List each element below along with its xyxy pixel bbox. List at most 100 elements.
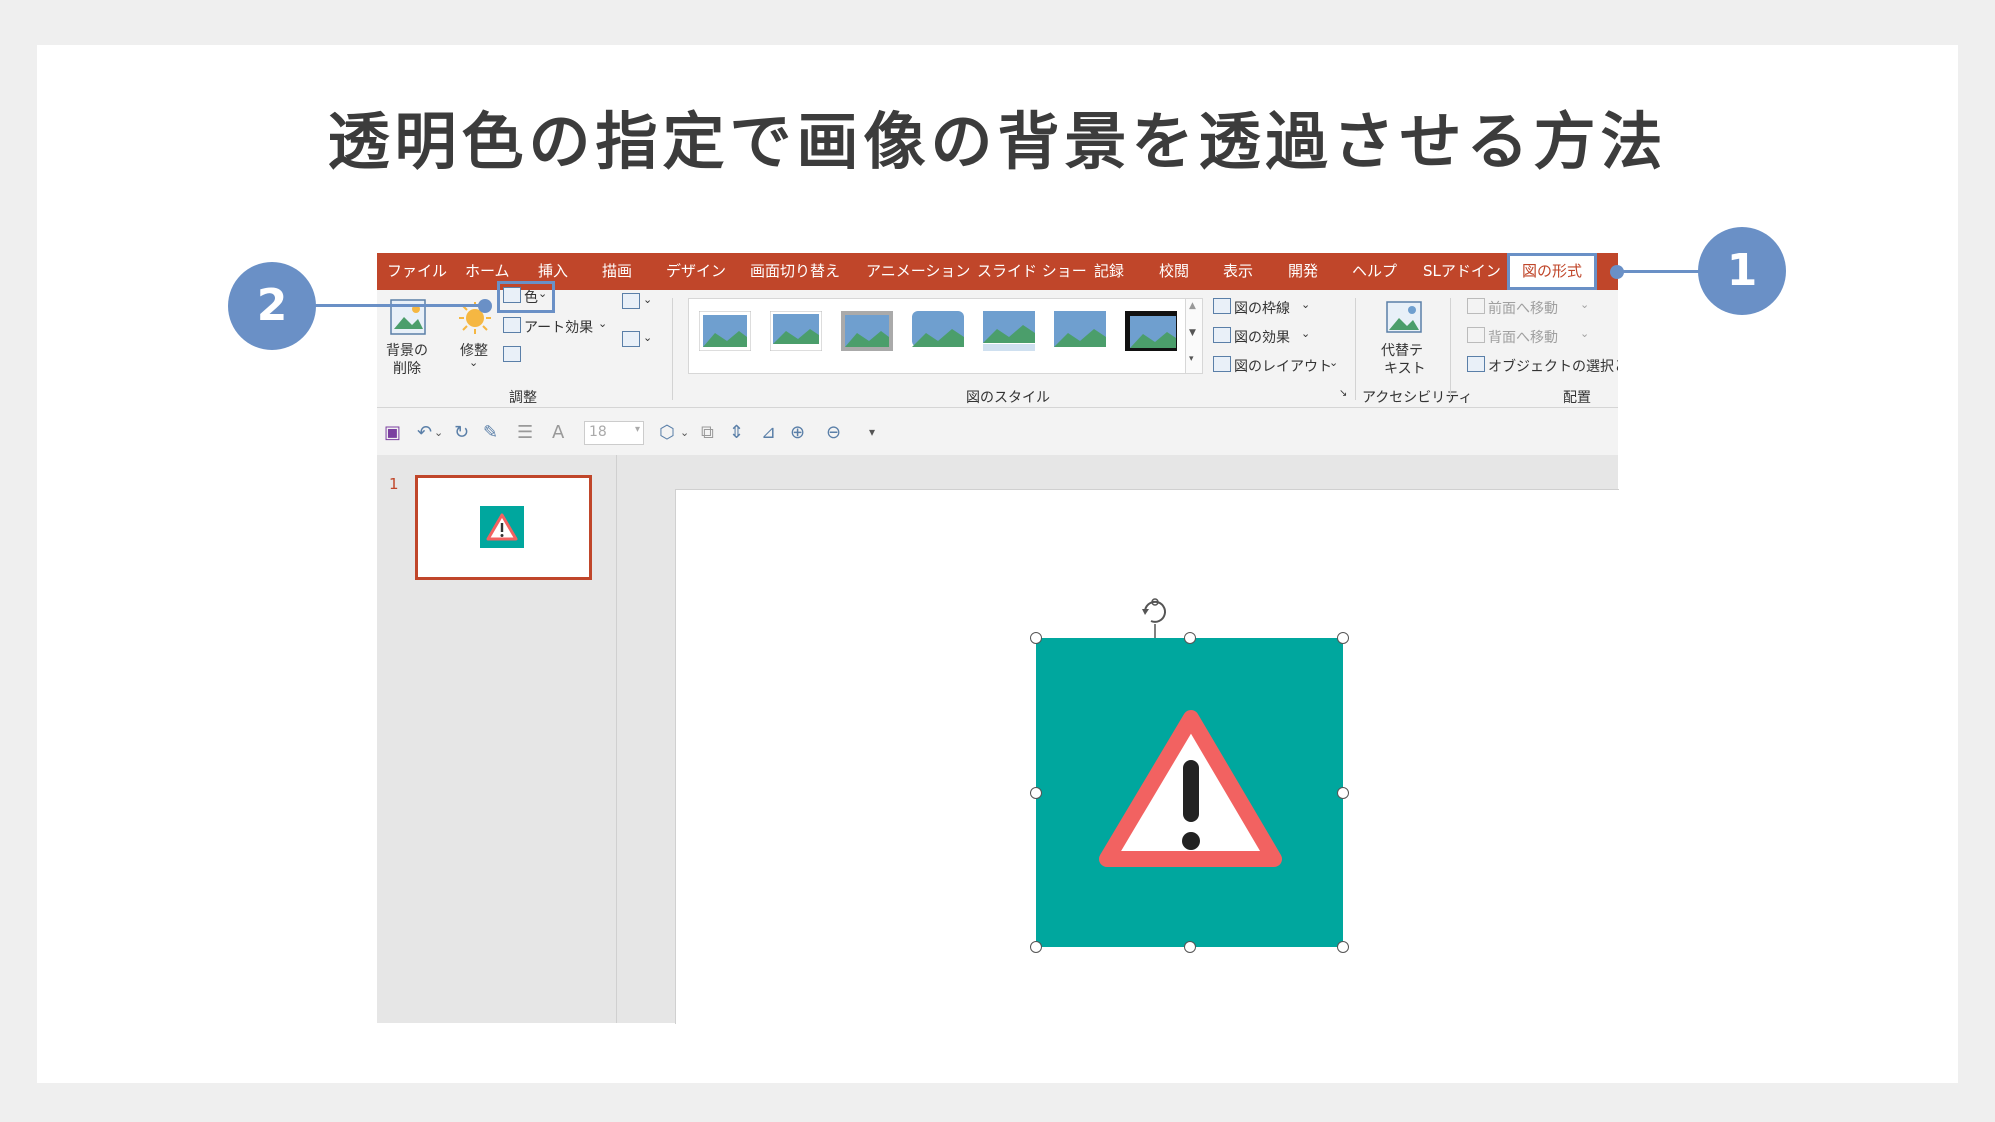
tab-help[interactable]: ヘルプ <box>1352 253 1397 290</box>
callout-2-badge: 2 <box>228 262 316 350</box>
chevron-down-icon[interactable]: ⌄ <box>469 356 478 369</box>
format-painter-icon[interactable]: ✎ <box>483 422 498 443</box>
selection-pane-label[interactable]: オブジェクトの選択と表 <box>1488 359 1618 375</box>
tab-record[interactable]: 記録 <box>1094 253 1124 290</box>
tab-transitions[interactable]: 画面切り替え <box>750 253 840 290</box>
tab-slideshow[interactable]: スライド ショー <box>977 253 1087 290</box>
send-backward-icon[interactable] <box>1467 327 1485 343</box>
selection-pane-icon[interactable] <box>1467 356 1485 372</box>
style-thumbnail-7[interactable] <box>1125 311 1177 351</box>
style-thumbnail-6[interactable] <box>1054 311 1106 351</box>
tab-file[interactable]: ファイル <box>387 253 447 290</box>
font-color-icon[interactable]: A <box>552 422 564 443</box>
bring-forward-icon[interactable] <box>1467 298 1485 314</box>
save-icon[interactable]: ▣ <box>384 422 401 443</box>
color-button-label[interactable]: 色 <box>524 287 538 307</box>
style-thumbnail-5[interactable] <box>983 311 1035 351</box>
resize-handle-right[interactable] <box>1337 787 1349 799</box>
picture-effects-icon[interactable] <box>1213 327 1231 343</box>
picture-layout-chevron-icon[interactable]: ⌄ <box>1329 356 1338 369</box>
tab-animations[interactable]: アニメーション <box>866 253 970 290</box>
page-title: 透明色の指定で画像の背景を透過させる方法 <box>327 105 1668 178</box>
callout-2-line <box>314 304 480 307</box>
tab-design[interactable]: デザイン <box>666 253 726 290</box>
compress-pictures-icon[interactable] <box>503 346 521 362</box>
bullets-icon[interactable]: ☰ <box>517 422 533 443</box>
resize-handle-bottom-left[interactable] <box>1030 941 1042 953</box>
picture-effects-chevron-icon[interactable]: ⌄ <box>1301 327 1310 340</box>
zoom-in-icon[interactable]: ⊕ <box>790 422 805 443</box>
color-chevron-down-icon[interactable]: ⌄ <box>538 287 547 300</box>
reset-picture-icon[interactable] <box>622 331 640 347</box>
change-picture-icon[interactable] <box>622 293 640 309</box>
picture-effects-label[interactable]: 図の効果 <box>1234 327 1290 347</box>
arrange-group-label: 配置 <box>1563 390 1591 406</box>
font-size-chevron-icon[interactable]: ▾ <box>635 424 640 435</box>
picture-layout-label[interactable]: 図のレイアウト <box>1234 356 1332 376</box>
group-icon[interactable]: ⧉ <box>701 422 714 443</box>
remove-background-label-1[interactable]: 背景の <box>386 340 428 360</box>
picture-border-chevron-icon[interactable]: ⌄ <box>1301 298 1310 311</box>
dialog-launcher-icon[interactable]: ↘ <box>1339 388 1347 399</box>
slide-canvas[interactable] <box>675 489 1619 1024</box>
ribbon-tab-bar: ファイル ホーム 挿入 描画 デザイン 画面切り替え アニメーション スライド … <box>377 253 1618 290</box>
tab-draw[interactable]: 描画 <box>602 253 632 290</box>
reset-picture-chevron-icon[interactable]: ⌄ <box>643 331 652 344</box>
font-size-box[interactable]: 18 ▾ <box>584 421 644 445</box>
zoom-out-icon[interactable]: ⊖ <box>826 422 841 443</box>
shapes-icon[interactable]: ⬡ <box>659 422 675 443</box>
style-thumbnail-3[interactable] <box>841 311 893 351</box>
send-backward-label[interactable]: 背面へ移動 <box>1488 327 1558 347</box>
artistic-chevron-down-icon[interactable]: ⌄ <box>598 317 607 330</box>
shapes-chevron-icon[interactable]: ⌄ <box>680 426 689 439</box>
resize-handle-top-right[interactable] <box>1337 632 1349 644</box>
crop-icon[interactable]: ⊿ <box>761 422 776 443</box>
change-picture-chevron-icon[interactable]: ⌄ <box>643 293 652 306</box>
undo-chevron-icon[interactable]: ⌄ <box>434 426 443 439</box>
slide-thumbnail-pane: 1 <box>377 455 617 1023</box>
warning-image[interactable] <box>1036 638 1343 947</box>
resize-handle-top-left[interactable] <box>1030 632 1042 644</box>
separator <box>1355 298 1356 400</box>
style-thumbnail-1[interactable] <box>699 311 751 351</box>
tab-view[interactable]: 表示 <box>1223 253 1253 290</box>
resize-handle-top[interactable] <box>1184 632 1196 644</box>
rotate-handle-icon[interactable] <box>1130 587 1180 639</box>
picture-border-icon[interactable] <box>1213 298 1231 314</box>
undo-icon[interactable]: ↶ <box>417 422 432 443</box>
separator <box>672 298 673 400</box>
artistic-effects-label[interactable]: アート効果 <box>524 317 593 337</box>
gallery-up-icon[interactable]: ▲ <box>1189 301 1196 311</box>
remove-background-label-2[interactable]: 削除 <box>393 358 421 378</box>
gallery-more-icon[interactable]: ▾ <box>1189 354 1194 364</box>
thumbnail-warning-image <box>480 506 524 548</box>
accessibility-group-label: アクセシビリティ <box>1362 390 1473 406</box>
slide-thumbnail[interactable] <box>415 475 592 580</box>
font-size-value: 18 <box>589 424 607 440</box>
tab-picture-format[interactable]: 図の形式 <box>1507 253 1598 290</box>
style-thumbnail-2[interactable] <box>770 311 822 351</box>
alt-text-icon[interactable] <box>1385 300 1423 334</box>
picture-border-label[interactable]: 図の枠線 <box>1234 298 1290 318</box>
resize-handle-left[interactable] <box>1030 787 1042 799</box>
gallery-down-icon[interactable]: ▼ <box>1189 328 1196 338</box>
gallery-scrollbar[interactable]: ▲ ▼ ▾ <box>1185 299 1202 373</box>
artistic-effects-icon[interactable] <box>503 317 521 333</box>
distribute-icon[interactable]: ⇕ <box>729 422 744 443</box>
tab-developer[interactable]: 開発 <box>1288 253 1318 290</box>
bring-forward-label[interactable]: 前面へ移動 <box>1488 298 1558 318</box>
tab-sl-addin[interactable]: SLアドイン <box>1423 253 1501 290</box>
send-backward-chevron-icon[interactable]: ⌄ <box>1580 327 1589 340</box>
alt-text-label-2[interactable]: キスト <box>1384 358 1426 378</box>
alt-text-label-1[interactable]: 代替テ <box>1381 340 1423 360</box>
style-thumbnail-4[interactable] <box>912 311 964 351</box>
bring-forward-chevron-icon[interactable]: ⌄ <box>1580 298 1589 311</box>
picture-layout-icon[interactable] <box>1213 356 1231 372</box>
resize-handle-bottom[interactable] <box>1184 941 1196 953</box>
redo-icon[interactable]: ↻ <box>454 422 469 443</box>
resize-handle-bottom-right[interactable] <box>1337 941 1349 953</box>
ribbon: 背景の 削除 修整 ⌄ 色 ⌄ アート効果 ⌄ ⌄ ⌄ 調整 ▲ ▼ ▾ 図のス… <box>377 281 1618 408</box>
tab-review[interactable]: 校閲 <box>1159 253 1189 290</box>
customize-toolbar-icon[interactable]: ▾ <box>869 425 875 439</box>
color-picture-icon[interactable] <box>503 287 521 303</box>
